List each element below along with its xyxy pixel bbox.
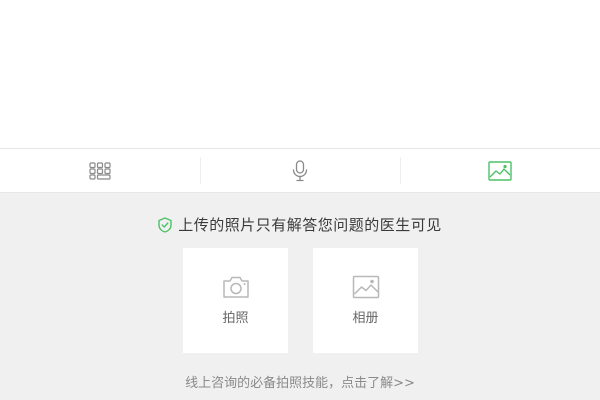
photo-tips-link[interactable]: 线上咨询的必备拍照技能，点击了解>> [0, 372, 600, 391]
image-icon [488, 160, 512, 181]
photo-album-label: 相册 [352, 311, 379, 326]
photo-album-button[interactable]: 相册 [313, 248, 418, 353]
message-input-area[interactable] [0, 0, 600, 148]
upload-options: 拍照 相册 [183, 248, 418, 353]
photo-album-icon [352, 275, 379, 299]
keyboard-button[interactable] [0, 149, 200, 192]
privacy-notice-text: 上传的照片只有解答您问题的医生可见 [178, 216, 442, 234]
shield-check-icon [158, 216, 172, 233]
camera-icon [222, 276, 249, 298]
input-toolbar [0, 148, 600, 193]
keyboard-icon [89, 161, 111, 180]
take-photo-label: 拍照 [222, 311, 249, 326]
privacy-notice: 上传的照片只有解答您问题的医生可见 [0, 214, 600, 235]
voice-input-button[interactable] [200, 149, 400, 192]
chat-input-screen: 上传的照片只有解答您问题的医生可见 拍照 相册 线上咨询的必备拍照技能，点击了解… [0, 0, 600, 400]
take-photo-button[interactable]: 拍照 [183, 248, 288, 353]
image-button[interactable] [400, 149, 600, 192]
photo-upload-panel: 上传的照片只有解答您问题的医生可见 拍照 相册 线上咨询的必备拍照技能，点击了解… [0, 193, 600, 400]
microphone-icon [292, 159, 308, 181]
